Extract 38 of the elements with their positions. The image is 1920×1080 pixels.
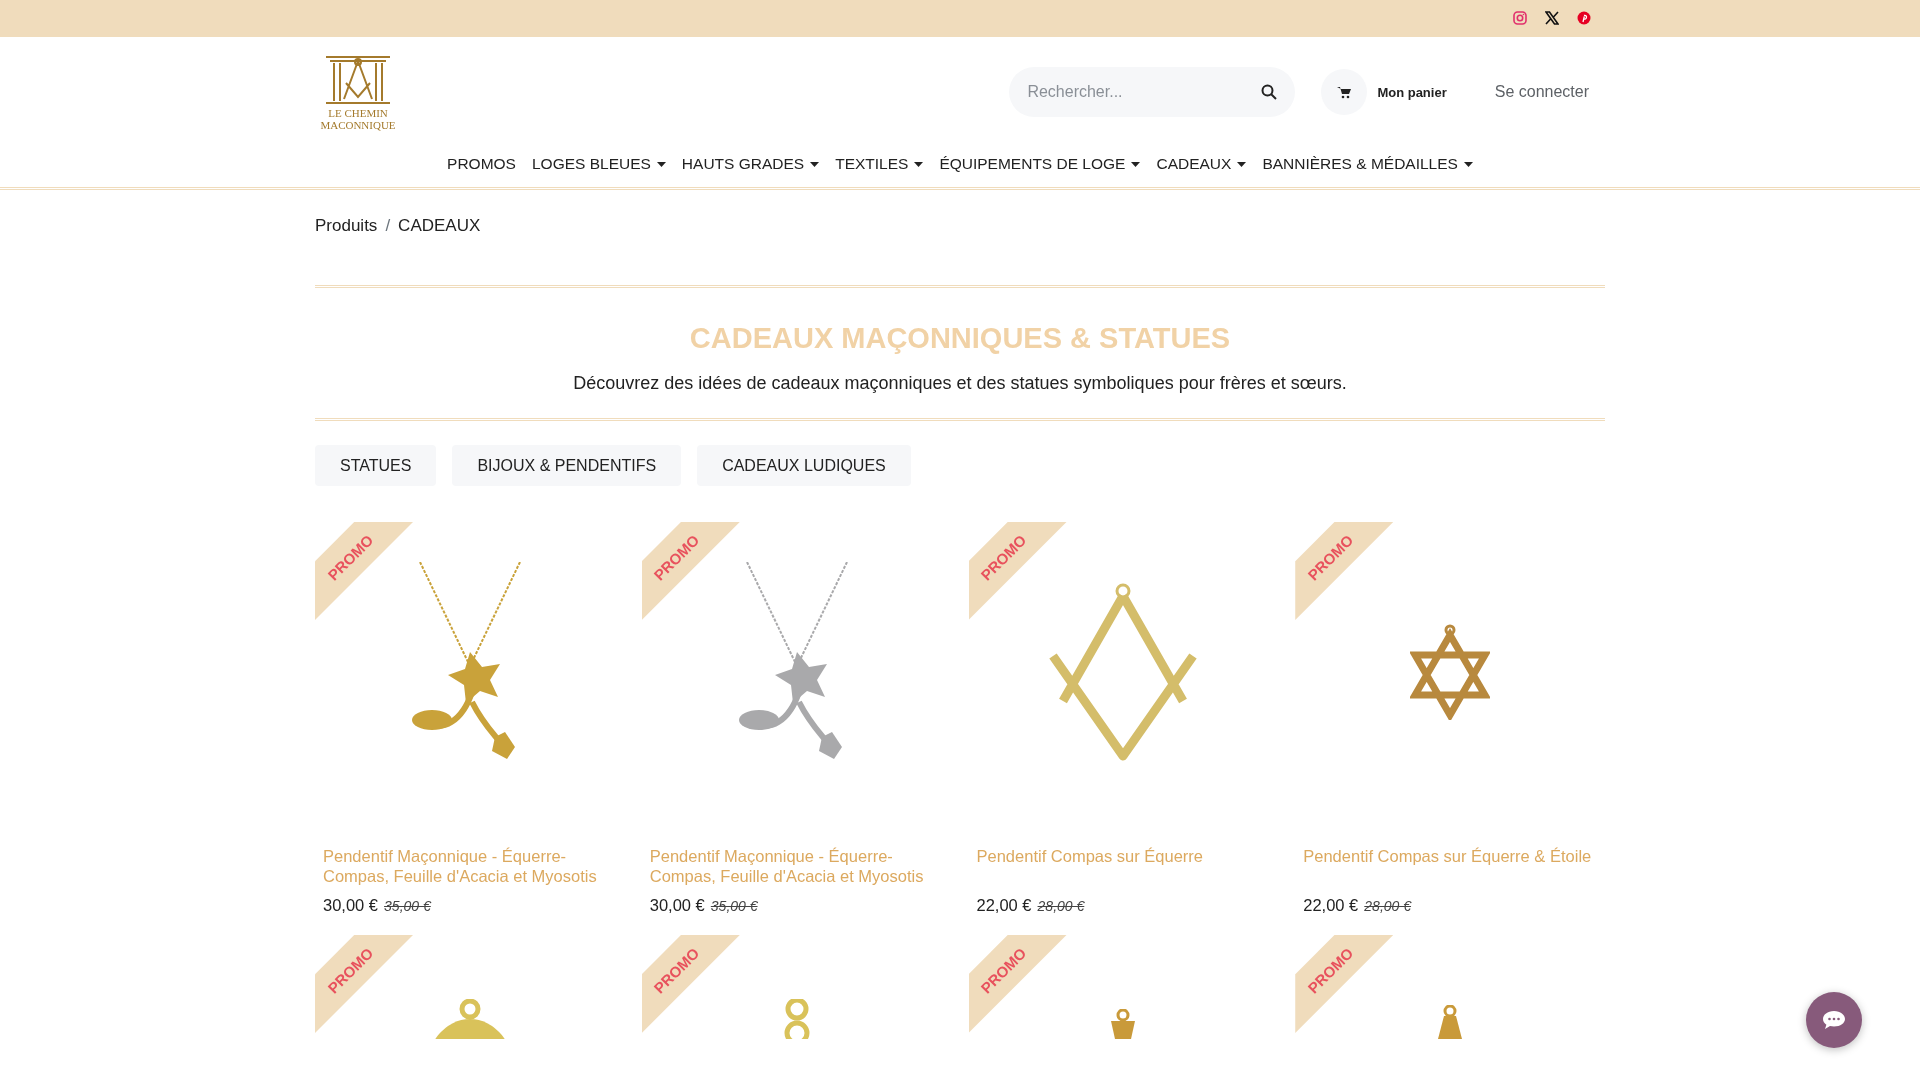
- page-title: CADEAUX MAÇONNIQUES & STATUES: [688, 322, 1232, 355]
- product-price: 22,00 €: [1303, 896, 1359, 915]
- pinterest-icon: [1577, 10, 1591, 25]
- old-price: 28,00 €: [1364, 898, 1412, 914]
- chat-bubble-icon: [1822, 1010, 1846, 1030]
- search-icon: [1261, 84, 1278, 100]
- logo-text: LE CHEMIN: [328, 107, 388, 119]
- cart-link[interactable]: Mon panier: [1321, 69, 1447, 115]
- breadcrumb-separator: /: [385, 216, 391, 237]
- nav-item[interactable]: HAUTS GRADES: [681, 155, 820, 173]
- old-price: 35,00 €: [384, 898, 431, 914]
- old-price: 28,00 €: [1037, 898, 1085, 914]
- old-price: 35,00 €: [710, 898, 758, 914]
- search-field[interactable]: Rechercher...: [1009, 67, 1296, 117]
- category-button[interactable]: CADEAUX LUDIQUES: [697, 445, 911, 486]
- nav-item[interactable]: BANNIÈRES & MÉDAILLES: [1262, 155, 1473, 173]
- nav-item[interactable]: ÉQUIPEMENTS DE LOGE: [939, 155, 1141, 173]
- chat-button[interactable]: [1806, 992, 1862, 1048]
- nav-item[interactable]: PROMOS: [447, 155, 516, 173]
- cart-icon: [1337, 85, 1352, 99]
- x-logo-icon: [1545, 10, 1559, 25]
- logo-text: MACONNIQUE: [320, 119, 396, 131]
- logo[interactable]: LE CHEMIN MACONNIQUE: [315, 53, 401, 131]
- product-price: 22,00 €: [976, 896, 1032, 915]
- social-link[interactable]: [1545, 10, 1561, 27]
- breadcrumb-link[interactable]: CADEAUX: [398, 216, 481, 285]
- nav-item[interactable]: LOGES BLEUES: [531, 155, 666, 173]
- cart-label: Mon panier: [1377, 84, 1447, 100]
- nav-item[interactable]: TEXTILES: [835, 155, 924, 173]
- product-price: 30,00 €: [649, 896, 705, 915]
- breadcrumb-link[interactable]: Produits: [315, 216, 378, 285]
- login-link[interactable]: Se connecter: [1494, 83, 1589, 101]
- nav-item[interactable]: CADEAUX: [1156, 155, 1247, 173]
- instagram-icon: [1513, 10, 1527, 25]
- category-button[interactable]: BIJOUX & PENDENTIFS: [452, 445, 682, 486]
- product-price: 30,00 €: [323, 896, 379, 915]
- page-subtitle: Découvrez des idées de cadeaux maçonniques et des statues symboliques pour frères et sœurs.: [572, 373, 1348, 394]
- category-button[interactable]: STATUES: [315, 445, 437, 486]
